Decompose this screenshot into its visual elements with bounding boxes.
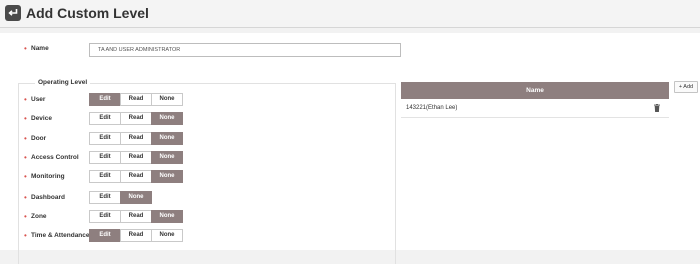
add-button[interactable]: + Add [674,81,698,93]
permission-option-edit[interactable]: Edit [89,191,121,204]
permission-option-none[interactable]: None [151,112,183,125]
permission-label: Door [31,135,47,142]
required-marker: • [24,212,27,221]
permission-option-read[interactable]: Read [120,132,152,145]
permission-option-none[interactable]: None [120,191,152,204]
permission-option-edit[interactable]: Edit [89,151,121,164]
permission-option-edit[interactable]: Edit [89,93,121,106]
permission-option-read[interactable]: Read [120,112,152,125]
required-marker: • [24,231,27,240]
required-marker: • [24,172,27,181]
permission-label: Monitoring [31,173,65,180]
required-marker: • [24,193,27,202]
permission-label: Device [31,115,52,122]
permission-option-none[interactable]: None [151,151,183,164]
name-column-header[interactable]: Name [401,82,669,99]
permission-option-none[interactable]: None [151,93,183,106]
required-marker: • [24,134,27,143]
permission-option-edit[interactable]: Edit [89,229,121,242]
page-header: Add Custom Level [0,0,700,28]
user-name-cell: 143221(Ethan Lee) [406,105,458,111]
table-row[interactable]: 143221(Ethan Lee) [401,99,669,118]
permission-option-edit[interactable]: Edit [89,112,121,125]
permission-label: Time & Attendance [31,232,90,239]
operating-level-title: Operating Level [35,79,91,86]
permission-option-edit[interactable]: Edit [89,132,121,145]
permission-label: Zone [31,213,47,220]
required-marker: • [24,153,27,162]
required-marker: • [24,44,27,53]
permission-option-read[interactable]: Read [120,229,152,242]
required-marker: • [24,114,27,123]
required-marker: • [24,95,27,104]
back-button[interactable] [5,5,21,21]
permission-label: Dashboard [31,194,65,201]
permission-option-none[interactable]: None [151,132,183,145]
permission-option-none[interactable]: None [151,229,183,242]
permission-option-read[interactable]: Read [120,151,152,164]
return-arrow-icon [8,9,18,16]
permission-option-edit[interactable]: Edit [89,210,121,223]
name-input[interactable]: TA AND USER ADMINISTRATOR [89,43,401,57]
permission-option-none[interactable]: None [151,210,183,223]
permission-option-read[interactable]: Read [120,170,152,183]
name-label: Name [31,45,49,52]
permission-option-none[interactable]: None [151,170,183,183]
page-title: Add Custom Level [26,5,149,21]
permission-label: Access Control [31,154,79,161]
main-content: • Name TA AND USER ADMINISTRATOR Operati… [0,33,700,264]
permission-option-read[interactable]: Read [120,210,152,223]
permission-label: User [31,96,46,103]
trash-icon[interactable] [654,104,660,112]
permission-option-edit[interactable]: Edit [89,170,121,183]
permission-option-read[interactable]: Read [120,93,152,106]
